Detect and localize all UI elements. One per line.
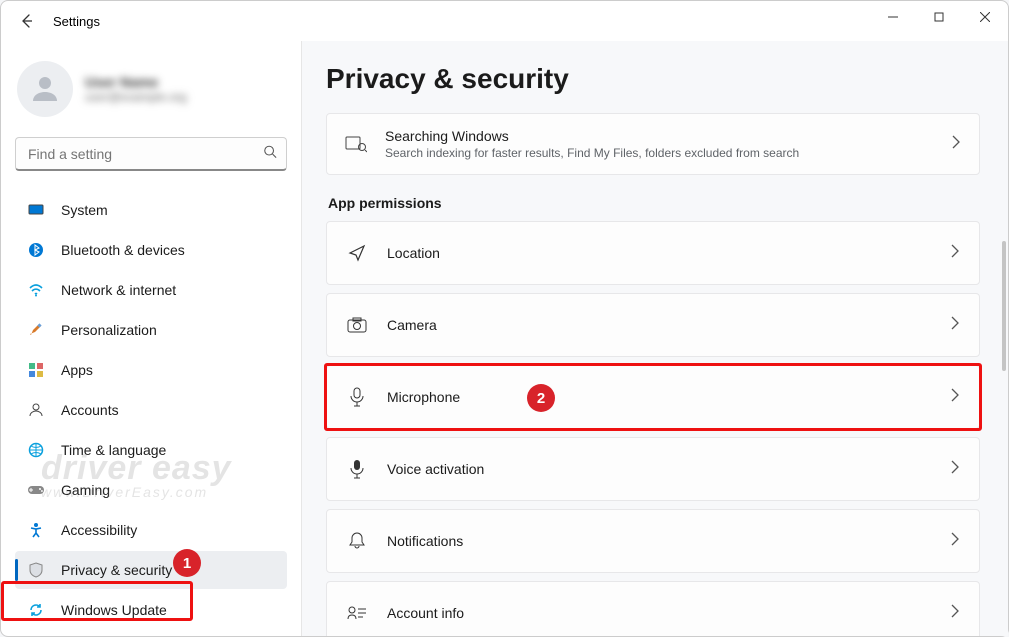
sidebar-item-bluetooth[interactable]: Bluetooth & devices [15,231,287,269]
globe-icon [27,441,45,459]
maximize-icon [934,12,944,22]
minimize-icon [888,12,898,22]
sidebar-item-label: Network & internet [61,282,176,298]
profile[interactable]: User Name user@example.org [17,61,285,117]
permission-camera[interactable]: Camera [326,293,980,357]
profile-email: user@example.org [85,90,187,104]
scrollbar[interactable] [1002,241,1006,371]
annotation-badge-1: 1 [173,549,201,577]
close-button[interactable] [962,1,1008,33]
chevron-right-icon [951,244,959,263]
chevron-right-icon [951,316,959,335]
shield-icon [27,561,45,579]
voice-icon [347,459,367,479]
display-icon [27,201,45,219]
card-title: Searching Windows [385,128,933,144]
permission-label: Account info [387,605,931,621]
accessibility-icon [27,521,45,539]
back-button[interactable] [9,3,45,39]
sidebar-item-apps[interactable]: Apps [15,351,287,389]
sidebar-item-network[interactable]: Network & internet [15,271,287,309]
annotation-badge-2: 2 [527,384,555,412]
search-windows-icon [345,133,367,155]
arrow-left-icon [19,13,35,29]
card-subtitle: Search indexing for faster results, Find… [385,146,933,160]
search-icon [263,145,277,164]
content: Privacy & security Searching Windows Sea… [301,41,1008,636]
gamepad-icon [27,481,45,499]
account-info-icon [347,603,367,623]
location-icon [347,243,367,263]
profile-text: User Name user@example.org [85,74,187,104]
wifi-icon [27,281,45,299]
sidebar-item-time[interactable]: Time & language [15,431,287,469]
sidebar-item-accounts[interactable]: Accounts [15,391,287,429]
sidebar-item-label: Accounts [61,402,119,418]
permission-account-info[interactable]: Account info [326,581,980,636]
nav: System Bluetooth & devices Network & int… [15,191,287,629]
annotation-box-1 [1,581,193,621]
camera-icon [347,315,367,335]
close-icon [980,12,990,22]
search-input[interactable] [15,137,287,171]
permission-label: Notifications [387,533,931,549]
settings-window: Settings User Name user@example.org [0,0,1009,637]
annotation-box-2 [324,363,982,431]
minimize-button[interactable] [870,1,916,33]
bluetooth-icon [27,241,45,259]
titlebar: Settings [1,1,1008,41]
search-wrap [15,137,287,171]
person-icon [27,71,63,107]
permission-label: Location [387,245,931,261]
paintbrush-icon [27,321,45,339]
sidebar-item-label: Accessibility [61,522,137,538]
sidebar-item-system[interactable]: System [15,191,287,229]
avatar [17,61,73,117]
sidebar-item-label: Personalization [61,322,157,338]
permission-label: Voice activation [387,461,931,477]
sidebar-item-label: Gaming [61,482,110,498]
maximize-button[interactable] [916,1,962,33]
card-text: Searching Windows Search indexing for fa… [385,128,933,160]
chevron-right-icon [951,460,959,479]
sidebar-item-label: System [61,202,108,218]
permission-location[interactable]: Location [326,221,980,285]
section-heading: App permissions [328,195,980,211]
bell-icon [347,531,367,551]
window-title: Settings [53,14,100,29]
permissions-list: Location Camera Microphone 2 [326,221,980,636]
sidebar-item-accessibility[interactable]: Accessibility [15,511,287,549]
sidebar-item-label: Apps [61,362,93,378]
sidebar-item-label: Time & language [61,442,166,458]
account-icon [27,401,45,419]
apps-icon [27,361,45,379]
permission-voice-activation[interactable]: Voice activation [326,437,980,501]
profile-name: User Name [85,74,187,90]
searching-windows-card[interactable]: Searching Windows Search indexing for fa… [326,113,980,175]
permission-label: Camera [387,317,931,333]
chevron-right-icon [951,532,959,551]
page-title: Privacy & security [326,63,980,95]
chevron-right-icon [951,135,961,154]
sidebar-item-label: Privacy & security [61,562,172,578]
sidebar-item-label: Bluetooth & devices [61,242,185,258]
sidebar-item-personalization[interactable]: Personalization [15,311,287,349]
sidebar: User Name user@example.org System Blueto… [1,41,301,636]
permission-notifications[interactable]: Notifications [326,509,980,573]
chevron-right-icon [951,604,959,623]
permission-microphone[interactable]: Microphone 2 [326,365,980,429]
window-body: User Name user@example.org System Blueto… [1,41,1008,636]
window-controls [870,1,1008,33]
sidebar-item-gaming[interactable]: Gaming [15,471,287,509]
